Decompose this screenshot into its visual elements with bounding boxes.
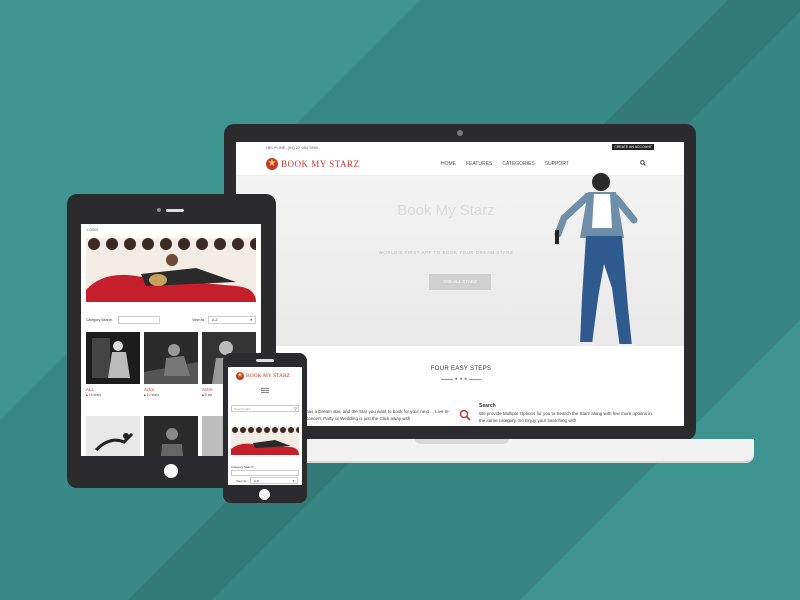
see-all-starz-button[interactable]: SEE ALL STARZ (429, 274, 491, 290)
main-menu: HOME FEATURES CATEGORIES SUPPORT (441, 161, 569, 167)
phone-category-search-input[interactable] (231, 470, 299, 476)
laptop-notch (415, 439, 509, 444)
create-account-link[interactable]: CREATE AN ACCOUNT (612, 144, 654, 150)
login-link[interactable]: LOGIN (87, 228, 98, 232)
hero-model-image (554, 173, 656, 356)
category-count: 15 stars (86, 393, 140, 397)
chevron-down-icon: ▾ (250, 318, 252, 322)
phone-view-as-label: View as (236, 479, 247, 483)
section-title: FOUR EASY STEPS (430, 366, 492, 372)
search-icon[interactable] (640, 160, 646, 168)
menu-item-home[interactable]: HOME (441, 161, 456, 167)
laptop-camera (457, 130, 463, 136)
phone-home-button (259, 489, 270, 500)
phone-logo[interactable]: ★ BOOK MY STARZ (236, 372, 290, 380)
step-description-1: has a Dream star, and the Star you want … (306, 409, 450, 421)
phone-search-input[interactable]: Search starz ⚲ (231, 405, 299, 412)
category-search-input[interactable] (118, 316, 160, 324)
tablet-home-button (164, 464, 178, 478)
phone-device: ★ BOOK MY STARZ Search starz ⚲ Category … (223, 353, 307, 503)
view-as-select[interactable]: A-Z ▾ (208, 316, 256, 324)
category-image (86, 332, 140, 384)
hero-title: Book My Starz (397, 202, 495, 219)
phone-banner-image (231, 427, 299, 455)
category-image (144, 332, 198, 384)
hamburger-menu-icon[interactable] (261, 388, 269, 393)
laptop-logo[interactable]: ★ BOOK MY STARZ (266, 158, 359, 170)
search-icon[interactable]: ⚲ (294, 406, 297, 411)
phone-screen: ★ BOOK MY STARZ Search starz ⚲ Category … (228, 367, 302, 485)
laptop-topbar: HELPLINE: (91) 22 654 7890 CREATE AN ACC… (236, 142, 684, 152)
chevron-down-icon: ▾ (292, 479, 294, 483)
tablet-filter-bar: Category Search View as A-Z ▾ (86, 316, 256, 326)
magnifier-icon (459, 408, 471, 421)
step-description-search: We provide Multiple Options for you to S… (479, 411, 652, 423)
phone-view-as-value: A-Z (254, 479, 259, 483)
view-as-value: A-Z (212, 318, 218, 322)
category-search-label: Category Search (86, 318, 113, 322)
section-divider: ★ ★ ★ (436, 376, 486, 381)
logo-text: BOOK MY STARZ (281, 159, 360, 169)
category-count: 10 stars (144, 393, 198, 397)
phone-logo-text: BOOK MY STARZ (246, 373, 290, 379)
hero-section: Book My Starz WORLD'S FIRST APP TO BOOK … (236, 173, 684, 356)
category-image (86, 416, 140, 456)
star-logo-icon: ★ (266, 158, 278, 170)
hero-subtitle: WORLD'S FIRST APP TO BOOK YOUR DREAM STA… (378, 250, 514, 255)
category-image (144, 416, 198, 456)
tablet-banner-image (86, 238, 256, 302)
tablet-camera (157, 208, 161, 212)
menu-item-support[interactable]: SUPPORT (545, 161, 569, 167)
step-title-search: Search (479, 403, 496, 409)
menu-item-categories[interactable]: CATEGORIES (502, 161, 534, 167)
tablet-speaker (166, 209, 184, 212)
menu-item-features[interactable]: FEATURES (466, 161, 492, 167)
category-card-dancer[interactable] (86, 416, 140, 456)
view-as-label: View as (192, 318, 205, 322)
category-name: ALL (86, 387, 95, 392)
category-card-singer[interactable] (144, 416, 198, 456)
phone-category-search-label: Category Search (231, 465, 254, 469)
star-logo-icon: ★ (236, 372, 244, 380)
category-card-actor[interactable]: Actor 10 stars (144, 332, 198, 397)
category-card-all[interactable]: ALL 15 stars (86, 332, 140, 397)
category-name: Actor (144, 387, 155, 392)
phone-speaker (256, 359, 274, 362)
helpline-text: HELPLINE: (91) 22 654 7890 (266, 145, 319, 150)
search-placeholder: Search starz (234, 407, 251, 411)
phone-view-as-select[interactable]: A-Z ▾ (250, 477, 298, 484)
